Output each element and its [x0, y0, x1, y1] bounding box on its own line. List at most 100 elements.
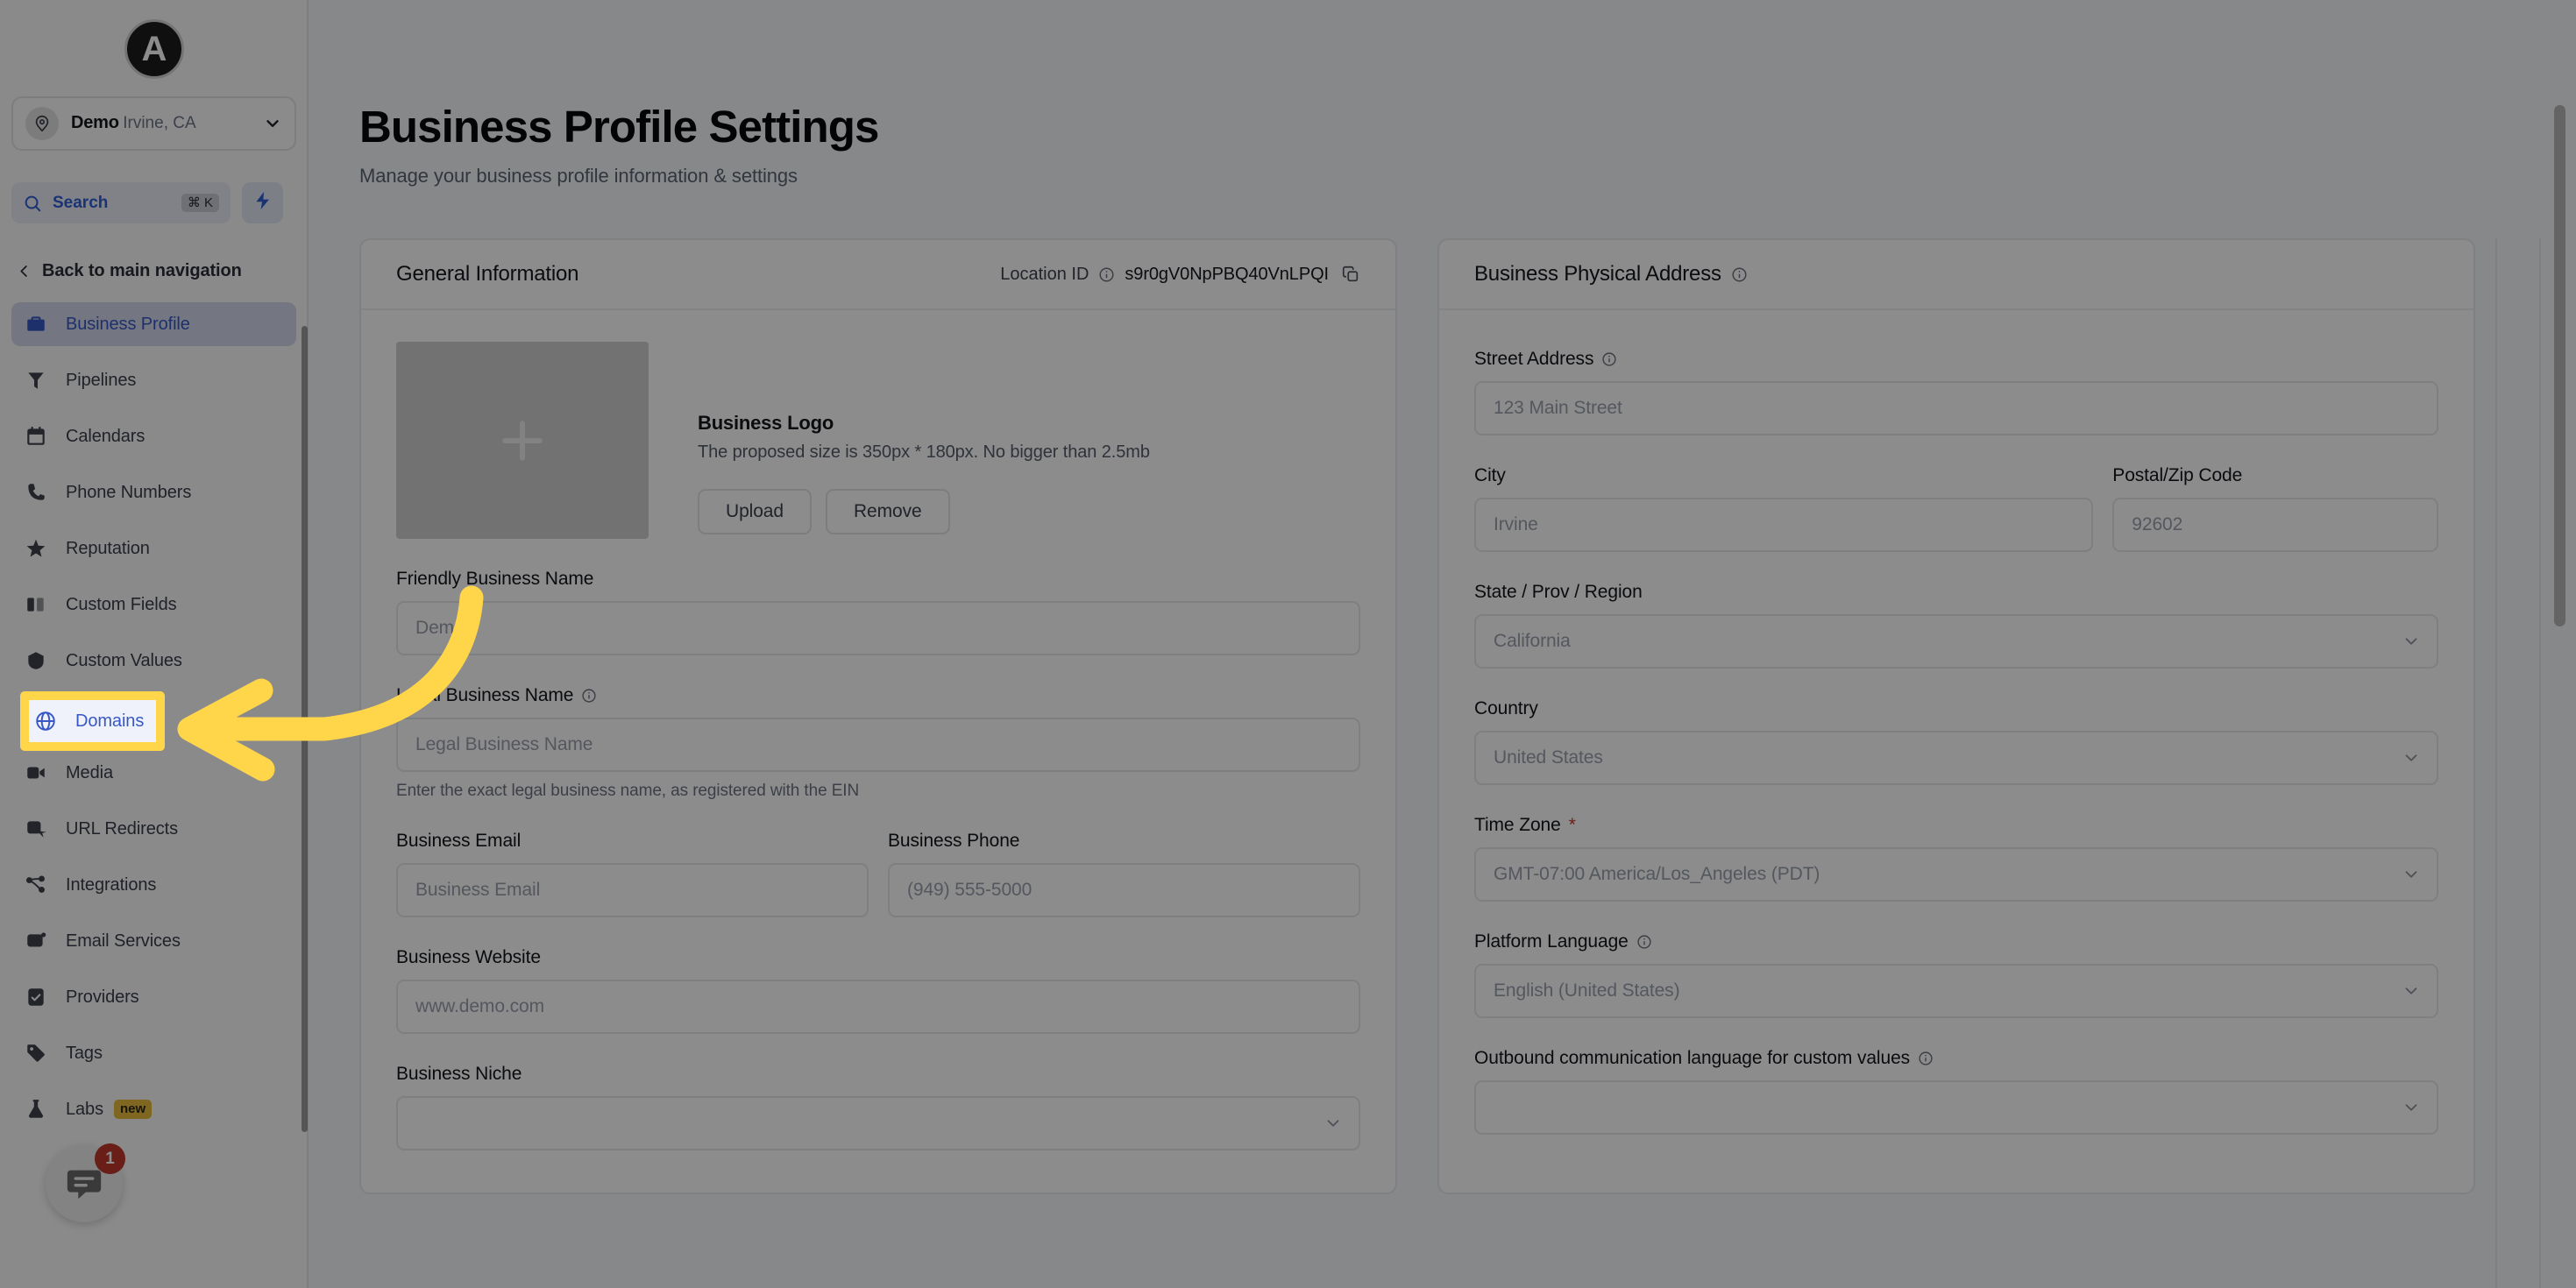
- city-input[interactable]: [1474, 498, 2094, 552]
- city-label: City: [1474, 465, 1506, 485]
- page-subtitle: Manage your business profile information…: [359, 164, 798, 187]
- sidebar-item-labs[interactable]: Labs new: [11, 1087, 296, 1131]
- redirect-icon: [24, 817, 48, 841]
- card-title: General Information: [396, 262, 579, 286]
- postal-code-input[interactable]: [2112, 498, 2438, 552]
- business-email-input[interactable]: [396, 863, 869, 917]
- star-icon: [24, 536, 48, 561]
- sidebar-item-domains-highlighted[interactable]: Domains: [29, 700, 156, 742]
- legal-business-name-label: Legal Business Name: [396, 685, 1360, 706]
- info-icon[interactable]: [1918, 1051, 1934, 1066]
- quick-actions-button[interactable]: [242, 182, 283, 223]
- fields-icon: [24, 592, 48, 617]
- search-input[interactable]: Search ⌘ K: [11, 182, 231, 223]
- sidebar-item-label: Labs: [66, 1099, 103, 1119]
- business-niche-select[interactable]: [396, 1096, 1360, 1150]
- sidebar-item-business-profile[interactable]: Business Profile: [11, 302, 296, 346]
- city-postal-row: City Postal/Zip Code: [1474, 435, 2438, 552]
- app-root: A Demo Irvine, CA Search ⌘ K Back to mai…: [0, 0, 2576, 1288]
- tag-icon: [24, 1041, 48, 1065]
- search-row: Search ⌘ K: [11, 182, 283, 223]
- time-zone-field: Time Zone *: [1474, 815, 2438, 902]
- sidebar-item-email-services[interactable]: Email Services: [11, 919, 296, 963]
- business-phone-label: Business Phone: [888, 831, 1020, 851]
- sidebar-item-label: Providers: [66, 987, 139, 1007]
- business-niche-label: Business Niche: [396, 1064, 522, 1084]
- info-icon[interactable]: [1731, 266, 1748, 283]
- platform-language-select[interactable]: [1474, 964, 2438, 1018]
- sidebar-item-label: Tags: [66, 1043, 103, 1063]
- time-zone-select[interactable]: [1474, 847, 2438, 902]
- outbound-language-select[interactable]: [1474, 1080, 2438, 1135]
- chat-badge-count: 1: [95, 1143, 125, 1174]
- state-field: State / Prov / Region: [1474, 582, 2438, 669]
- outbound-language-label: Outbound communication language for cust…: [1474, 1048, 2438, 1069]
- business-logo-description: The proposed size is 350px * 180px. No b…: [698, 442, 1150, 462]
- main-scrollbar[interactable]: [2554, 105, 2565, 626]
- legal-business-name-help: Enter the exact legal business name, as …: [396, 782, 860, 800]
- calendar-icon: [24, 424, 48, 449]
- location-id-value: s9r0gV0NpPBQ40VnLPQI: [1125, 264, 1329, 284]
- sidebar-item-label: Media: [66, 762, 113, 782]
- sidebar-item-tags[interactable]: Tags: [11, 1031, 296, 1075]
- business-phone-input[interactable]: [888, 863, 1360, 917]
- street-address-field: Street Address: [1474, 349, 2438, 435]
- labs-new-badge: new: [113, 1099, 153, 1120]
- location-id-label: Location ID: [1000, 264, 1089, 284]
- business-website-label: Business Website: [396, 947, 541, 967]
- sidebar-item-label: URL Redirects: [66, 818, 178, 839]
- sidebar-item-label: Business Profile: [66, 314, 190, 334]
- state-select[interactable]: [1474, 614, 2438, 669]
- media-icon: [24, 761, 48, 785]
- platform-language-label: Platform Language: [1474, 931, 2438, 952]
- location-pin-icon: [25, 107, 59, 140]
- contact-fields-row: Business Email Business Phone: [396, 801, 1360, 917]
- plus-icon: [493, 411, 552, 471]
- friendly-business-name-input[interactable]: [396, 601, 1360, 655]
- sidebar-item-label: Reputation: [66, 538, 150, 558]
- remove-button[interactable]: Remove: [825, 489, 950, 534]
- country-select[interactable]: [1474, 731, 2438, 785]
- briefcase-icon: [24, 312, 48, 336]
- country-field: Country: [1474, 698, 2438, 785]
- business-niche-field: Business Niche: [396, 1064, 1360, 1150]
- required-asterisk: *: [1568, 815, 1576, 835]
- brand-logo[interactable]: A: [124, 19, 184, 79]
- search-shortcut: ⌘ K: [181, 194, 219, 212]
- info-icon[interactable]: [1098, 266, 1115, 283]
- sidebar-item-label: Domains: [75, 711, 145, 731]
- business-website-input[interactable]: [396, 980, 1360, 1034]
- info-icon[interactable]: [581, 688, 597, 704]
- street-address-input[interactable]: [1474, 381, 2438, 435]
- flask-icon: [24, 1097, 48, 1122]
- chevron-down-icon: [263, 114, 282, 133]
- info-icon[interactable]: [1636, 934, 1652, 950]
- info-icon[interactable]: [1601, 351, 1617, 367]
- annotation-arrow: [177, 585, 484, 782]
- logo-upload-dropzone[interactable]: [396, 342, 649, 539]
- friendly-business-name-label: Friendly Business Name: [396, 569, 594, 589]
- chat-support-button[interactable]: 1: [46, 1143, 125, 1222]
- sidebar-item-reputation[interactable]: Reputation: [11, 527, 296, 570]
- phone-icon: [24, 480, 48, 505]
- sidebar-item-providers[interactable]: Providers: [11, 975, 296, 1019]
- street-address-label: Street Address: [1474, 349, 2438, 370]
- sidebar-item-phone-numbers[interactable]: Phone Numbers: [11, 471, 296, 514]
- general-information-card-header: General Information Location ID s9r0gV0N…: [361, 240, 1395, 310]
- sidebar-item-pipelines[interactable]: Pipelines: [11, 358, 296, 402]
- sidebar-item-calendars[interactable]: Calendars: [11, 414, 296, 458]
- copy-icon[interactable]: [1341, 265, 1360, 284]
- settings-cards: General Information Location ID s9r0gV0N…: [359, 238, 2480, 1194]
- legal-business-name-input[interactable]: [396, 718, 1360, 772]
- page-header: Business Profile Settings Manage your bu…: [359, 103, 879, 188]
- postal-code-field: Postal/Zip Code: [2112, 465, 2438, 552]
- friendly-business-name-field: Friendly Business Name: [396, 569, 1360, 655]
- sidebar-item-integrations[interactable]: Integrations: [11, 863, 296, 907]
- city-field: City: [1474, 465, 2094, 552]
- back-to-main-navigation[interactable]: Back to main navigation: [16, 261, 242, 281]
- upload-button[interactable]: Upload: [698, 489, 812, 534]
- sidebar-item-label: Integrations: [66, 874, 157, 895]
- outbound-language-label-text: Outbound communication language for cust…: [1474, 1048, 1911, 1068]
- location-switcher[interactable]: Demo Irvine, CA: [11, 96, 296, 151]
- platform-language-label-text: Platform Language: [1474, 931, 1629, 952]
